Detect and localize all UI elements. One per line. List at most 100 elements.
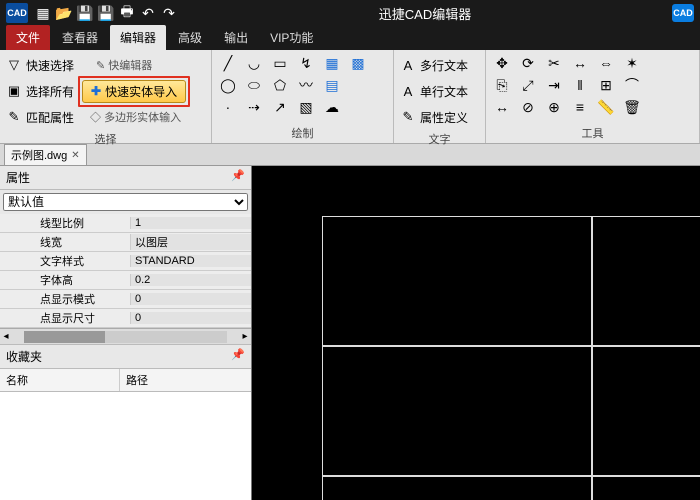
extend-icon[interactable]: ⇥	[544, 75, 564, 95]
print-icon[interactable]: 🖶	[118, 4, 136, 22]
array-icon[interactable]: ⊞	[596, 75, 616, 95]
table-row[interactable]: 文字样式STANDARD	[0, 252, 251, 271]
dim-icon[interactable]: ↔	[570, 53, 590, 73]
quick-import-highlight: ✚ 快速实体导入	[78, 76, 190, 107]
trim-icon[interactable]: ✂	[544, 53, 564, 73]
table-row[interactable]: 点显示模式0	[0, 290, 251, 309]
hatch-icon[interactable]: ▩	[348, 53, 368, 73]
ribbon-tabs: 文件 查看器 编辑器 高级 输出 VIP功能	[0, 26, 700, 50]
break-icon[interactable]: ⊘	[518, 97, 538, 117]
spline-icon[interactable]: 〰	[296, 75, 316, 95]
explode-icon[interactable]: ✶	[622, 53, 642, 73]
table-row[interactable]: 线型比例1	[0, 214, 251, 233]
drawing-grid	[322, 216, 700, 500]
pin-icon[interactable]: 📌	[231, 169, 245, 186]
app-title: 迅捷CAD编辑器	[178, 4, 672, 23]
circle-icon[interactable]: ◯	[218, 75, 238, 95]
cloud-icon[interactable]: ☁	[322, 97, 342, 117]
polyline-icon[interactable]: ↯	[296, 53, 316, 73]
select-all-icon: ▣	[6, 83, 22, 99]
mtext-button[interactable]: 多行文本	[420, 57, 468, 74]
new-icon[interactable]: ▦	[34, 4, 52, 22]
scale-icon[interactable]: ⤢	[518, 75, 538, 95]
rect-icon[interactable]: ▭	[270, 53, 290, 73]
attdef-icon: ✎	[400, 109, 416, 125]
properties-filter-select[interactable]: 默认值	[3, 193, 248, 211]
stretch-icon[interactable]: ↔	[492, 97, 512, 117]
fillet-icon[interactable]: ⌒	[622, 75, 642, 95]
move-icon[interactable]: ✥	[492, 53, 512, 73]
close-icon[interactable]: ✕	[71, 150, 79, 161]
saveall-icon[interactable]: 💾	[97, 4, 115, 22]
panel-select: ▽ 快速选择 ✎ 快编辑器 ▣ 选择所有 ✚ 快速实体导入 ✎ 匹配属性 ◇ 多…	[0, 50, 212, 143]
region-icon[interactable]: ▧	[296, 97, 316, 117]
purge-icon[interactable]: 🗑	[622, 97, 642, 117]
h-scrollbar[interactable]: ◂ ▸	[0, 328, 251, 344]
favorites-body	[0, 392, 251, 500]
attdef-button[interactable]: 属性定义	[420, 109, 468, 126]
drawing-canvas[interactable]	[252, 166, 700, 500]
xline-icon[interactable]: ⇢	[244, 97, 264, 117]
plus-icon: ✚	[91, 84, 101, 98]
quick-select-icon: ▽	[6, 57, 22, 73]
panel-draw-title: 绘制	[218, 123, 387, 143]
properties-panel: 属性 📌 默认值 线型比例1 线宽以图层 文字样式STANDARD 字体高0.2…	[0, 166, 252, 500]
doc-tab-current[interactable]: 示例图.dwg ✕	[4, 144, 87, 165]
undo-icon[interactable]: ↶	[139, 4, 157, 22]
table-row[interactable]: 线宽以图层	[0, 233, 251, 252]
scroll-left-icon[interactable]: ◂	[0, 331, 12, 342]
tab-editor[interactable]: 编辑器	[110, 25, 166, 50]
point-icon[interactable]: ∙	[218, 97, 238, 117]
block-icon[interactable]: ▦	[322, 53, 342, 73]
join-icon[interactable]: ⊕	[544, 97, 564, 117]
line-icon[interactable]: ╱	[218, 53, 238, 73]
ribbon: ▽ 快速选择 ✎ 快编辑器 ▣ 选择所有 ✚ 快速实体导入 ✎ 匹配属性 ◇ 多…	[0, 50, 700, 144]
copy-icon[interactable]: ⎘	[492, 75, 512, 95]
panel-tools-title: 工具	[492, 123, 693, 143]
offset-icon[interactable]: ‖	[570, 75, 590, 95]
arc-icon[interactable]: ◡	[244, 53, 264, 73]
properties-table: 线型比例1 线宽以图层 文字样式STANDARD 字体高0.2 点显示模式0 点…	[0, 214, 251, 328]
table-icon[interactable]: ▤	[322, 75, 342, 95]
brand-icon: CAD	[672, 4, 694, 22]
panel-text-title: 文字	[400, 129, 479, 149]
panel-draw: ╱ ◡ ▭ ↯ ▦ ▩ ◯ ⬭ ⬠ 〰 ▤ ∙ ⇢ ↗ ▧ ☁ 绘制	[212, 50, 394, 143]
pin-icon[interactable]: 📌	[231, 348, 245, 365]
app-logo: CAD	[6, 3, 28, 23]
quick-import-button[interactable]: ✚ 快速实体导入	[82, 80, 186, 103]
table-row[interactable]: 字体高0.2	[0, 271, 251, 290]
redo-icon[interactable]: ↷	[160, 4, 178, 22]
stext-icon: A	[400, 83, 416, 99]
tab-output[interactable]: 输出	[214, 25, 258, 50]
title-bar: CAD ▦ 📂 💾 💾 🖶 ↶ ↷ 迅捷CAD编辑器 CAD	[0, 0, 700, 26]
tab-vip[interactable]: VIP功能	[260, 25, 323, 50]
properties-title: 属性	[6, 169, 30, 186]
ellipse-icon[interactable]: ⬭	[244, 75, 264, 95]
polygon-input-button[interactable]: ◇ 多边形实体输入	[90, 109, 181, 125]
mtext-icon: A	[400, 57, 416, 73]
measure-icon[interactable]: 📏	[596, 97, 616, 117]
table-row[interactable]: 点显示尺寸0	[0, 309, 251, 328]
open-icon[interactable]: 📂	[55, 4, 73, 22]
match-prop-button[interactable]: 匹配属性	[26, 109, 74, 126]
stext-button[interactable]: 单行文本	[420, 83, 468, 100]
tab-viewer[interactable]: 查看器	[52, 25, 108, 50]
tab-file[interactable]: 文件	[6, 25, 50, 50]
col-name[interactable]: 名称	[0, 369, 120, 391]
panel-text: A多行文本 A单行文本 ✎属性定义 文字	[394, 50, 486, 143]
ray-icon[interactable]: ↗	[270, 97, 290, 117]
tab-advanced[interactable]: 高级	[168, 25, 212, 50]
save-icon[interactable]: 💾	[76, 4, 94, 22]
scroll-right-icon[interactable]: ▸	[239, 331, 251, 342]
match-prop-icon: ✎	[6, 109, 22, 125]
col-path[interactable]: 路径	[120, 369, 154, 391]
quick-editor-button[interactable]: ✎ 快编辑器	[96, 57, 152, 73]
mirror-icon[interactable]: ⇔	[596, 53, 616, 73]
polygon-icon[interactable]: ⬠	[270, 75, 290, 95]
quick-select-button[interactable]: 快速选择	[26, 57, 74, 74]
rotate-icon[interactable]: ⟳	[518, 53, 538, 73]
select-all-button[interactable]: 选择所有	[26, 83, 74, 100]
align-icon[interactable]: ≡	[570, 97, 590, 117]
quick-access-toolbar: ▦ 📂 💾 💾 🖶 ↶ ↷	[34, 4, 178, 22]
doc-tab-label: 示例图.dwg	[11, 147, 67, 163]
